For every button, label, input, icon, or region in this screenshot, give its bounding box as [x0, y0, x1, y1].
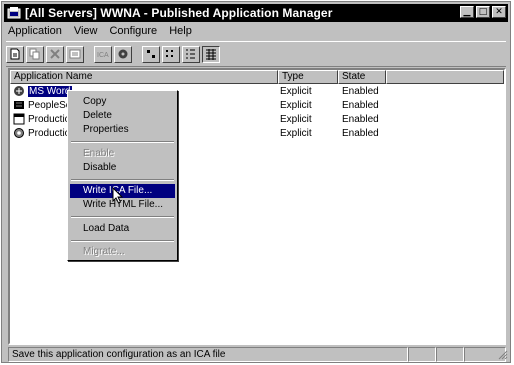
menu-item-migrate[interactable]: Migrate... — [70, 245, 175, 259]
row-state: Enabled — [342, 85, 379, 97]
close-button[interactable]: ✕ — [492, 6, 506, 18]
status-text: Save this application configuration as a… — [8, 347, 408, 362]
row-type: Explicit — [280, 113, 312, 125]
ica-icon: ICA — [97, 52, 109, 59]
row-type: Explicit — [280, 99, 312, 111]
copy-icon — [29, 48, 40, 60]
resize-grip-icon[interactable] — [496, 348, 508, 360]
properties-button[interactable] — [66, 45, 84, 63]
mouse-cursor-icon — [112, 187, 124, 204]
details-view-button[interactable] — [202, 45, 220, 63]
maximize-button[interactable]: □ — [476, 6, 490, 18]
menu-separator — [71, 179, 174, 181]
menu-help[interactable]: Help — [169, 25, 192, 37]
small-icons-button[interactable] — [162, 45, 180, 63]
column-header-state[interactable]: State — [338, 70, 386, 84]
column-header-type[interactable]: Type — [278, 70, 338, 84]
window-title: [All Servers] WWNA - Published Applicati… — [25, 6, 333, 20]
row-state: Enabled — [342, 127, 379, 139]
row-type: Explicit — [280, 85, 312, 97]
row-state: Enabled — [342, 99, 379, 111]
details-view-icon — [206, 49, 216, 60]
status-pane — [436, 347, 464, 362]
context-menu: Copy Delete Properties Enable Disable Wr… — [67, 90, 178, 261]
peoplesoft-app-icon — [14, 101, 24, 109]
menu-separator — [71, 141, 174, 143]
menu-item-enable[interactable]: Enable — [70, 147, 175, 161]
menu-configure[interactable]: Configure — [109, 25, 157, 37]
row-name: MS Word — [28, 85, 72, 97]
menu-separator — [71, 216, 174, 218]
menu-item-delete[interactable]: Delete — [70, 109, 175, 123]
column-header-filler — [386, 70, 504, 84]
menu-item-copy[interactable]: Copy — [70, 95, 175, 109]
list-view-button[interactable] — [182, 45, 200, 63]
menu-separator — [71, 240, 174, 242]
large-icons-button[interactable] — [142, 45, 160, 63]
svg-text:ICA: ICA — [97, 52, 109, 59]
list-header: Application Name Type State — [10, 70, 504, 84]
row-type: Explicit — [280, 127, 312, 139]
copy-app-button[interactable] — [26, 45, 44, 63]
menu-item-properties[interactable]: Properties — [70, 123, 175, 137]
properties-icon — [69, 49, 81, 59]
large-icons-icon — [147, 50, 155, 58]
status-pane — [408, 347, 436, 362]
refresh-icon — [118, 49, 128, 59]
delete-app-button[interactable] — [46, 45, 64, 63]
menu-bar: Application View Configure Help — [8, 23, 192, 39]
word-app-icon — [14, 86, 24, 96]
delete-icon — [50, 49, 60, 59]
window-controls: ▁ □ ✕ — [460, 6, 506, 18]
gear-app-icon — [14, 128, 24, 138]
menu-view[interactable]: View — [74, 25, 98, 37]
menu-application[interactable]: Application — [8, 25, 62, 37]
row-name: Productio — [28, 127, 71, 139]
status-bar: Save this application configuration as a… — [8, 347, 506, 363]
column-header-name[interactable]: Application Name — [10, 70, 278, 84]
new-document-icon — [10, 48, 20, 60]
ica-button[interactable]: ICA — [94, 45, 112, 63]
small-icons-icon — [166, 50, 173, 57]
row-name: PeopleSc — [28, 99, 71, 111]
menu-item-load-data[interactable]: Load Data — [70, 222, 175, 236]
window-app-icon — [13, 113, 25, 125]
refresh-button[interactable] — [114, 45, 132, 63]
row-name: Productio — [28, 113, 71, 125]
row-state: Enabled — [342, 113, 379, 125]
title-bar[interactable]: [All Servers] WWNA - Published Applicati… — [4, 4, 508, 22]
new-app-button[interactable] — [6, 45, 24, 63]
menu-item-disable[interactable]: Disable — [70, 161, 175, 175]
minimize-button[interactable]: ▁ — [460, 6, 474, 18]
toolbar: ICA — [6, 41, 506, 67]
list-view-icon — [186, 49, 195, 59]
app-manager-icon — [7, 7, 21, 19]
